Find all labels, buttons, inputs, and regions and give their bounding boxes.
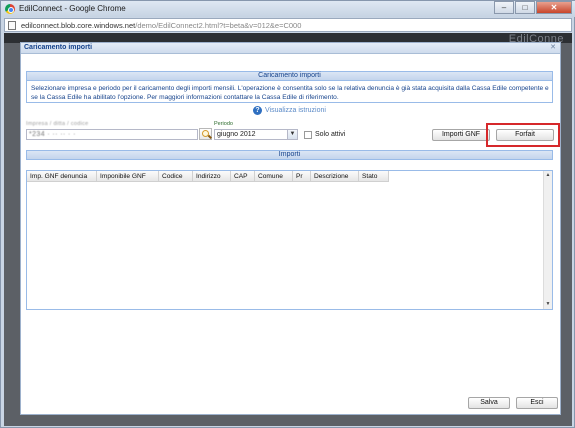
help-icon[interactable]: ? — [253, 106, 262, 115]
url-path: /demo/EdilConnect2.html?t=beta&v=012&e=C… — [135, 21, 302, 30]
esci-button[interactable]: Esci — [516, 397, 558, 409]
column-imponibile-gnf[interactable]: Imponibile GNF — [97, 171, 159, 182]
solo-attivi-label: Solo attivi — [315, 131, 346, 138]
periodo-value: giugno 2012 — [217, 131, 256, 138]
url-text[interactable]: edilconnect.blob.core.windows.net/demo/E… — [21, 21, 301, 30]
dialog-title: Caricamento importi — [24, 44, 93, 51]
minimize-button[interactable]: – — [494, 1, 514, 14]
impresa-value: *234 · ·· ·· · · — [29, 131, 76, 138]
highlight-box — [486, 123, 560, 147]
window-title: EdilConnect - Google Chrome — [19, 4, 126, 13]
url-host: edilconnect.blob.core.windows.net — [21, 21, 136, 30]
impresa-label: Impresa / ditta / codice — [26, 121, 89, 127]
dialog-close-icon[interactable]: ✕ — [550, 43, 556, 51]
column-imp-gnf-denuncia[interactable]: Imp. GNF denuncia — [27, 171, 97, 182]
magnifier-icon — [202, 130, 209, 137]
importi-grid: Imp. GNF denuncia Imponibile GNF Codice … — [26, 170, 553, 310]
column-codice[interactable]: Codice — [159, 171, 193, 182]
section-header-importi: Importi — [26, 150, 553, 160]
impresa-field[interactable]: *234 · ·· ·· · · — [26, 129, 198, 140]
column-indirizzo[interactable]: Indirizzo — [193, 171, 231, 182]
page-icon — [8, 21, 16, 30]
search-impresa-button[interactable] — [199, 128, 212, 140]
grid-scrollbar[interactable]: ▲ ▼ — [543, 171, 552, 309]
address-bar[interactable]: edilconnect.blob.core.windows.net/demo/E… — [4, 18, 572, 32]
periodo-label: Periodo — [214, 121, 233, 127]
caricamento-importi-dialog: Caricamento importi ✕ Caricamento import… — [20, 42, 561, 415]
chrome-icon — [5, 4, 15, 14]
column-pr[interactable]: Pr — [293, 171, 311, 182]
page-content: EdilConne Caricamento importi ✕ Caricame… — [4, 33, 572, 426]
column-cap[interactable]: CAP — [231, 171, 255, 182]
close-window-button[interactable]: ✕ — [536, 1, 572, 14]
info-panel: Selezionare impresa e periodo per il car… — [26, 81, 553, 103]
section-header-caricamento: Caricamento importi — [26, 71, 553, 81]
info-text: Selezionare impresa e periodo per il car… — [31, 85, 549, 101]
solo-attivi-checkbox[interactable] — [304, 131, 312, 139]
scroll-down-icon[interactable]: ▼ — [544, 300, 552, 309]
periodo-select[interactable]: giugno 2012 ▼ — [214, 129, 298, 140]
column-descrizione[interactable]: Descrizione — [311, 171, 359, 182]
maximize-button[interactable]: □ — [515, 1, 535, 14]
column-comune[interactable]: Comune — [255, 171, 293, 182]
scroll-up-icon[interactable]: ▲ — [544, 171, 552, 180]
salva-button[interactable]: Salva — [468, 397, 510, 409]
window-controls: – □ ✕ — [493, 1, 572, 14]
chevron-down-icon[interactable]: ▼ — [287, 130, 297, 139]
browser-window: EdilConnect - Google Chrome – □ ✕ edilco… — [0, 0, 575, 428]
dialog-header: Caricamento importi ✕ — [21, 43, 560, 54]
title-bar: EdilConnect - Google Chrome – □ ✕ — [1, 1, 575, 17]
importi-gnf-button[interactable]: Importi GNF — [432, 129, 490, 141]
visualizza-istruzioni-link[interactable]: Visualizza istruzioni — [265, 107, 326, 114]
grid-header: Imp. GNF denuncia Imponibile GNF Codice … — [27, 171, 389, 182]
column-stato[interactable]: Stato — [359, 171, 389, 182]
